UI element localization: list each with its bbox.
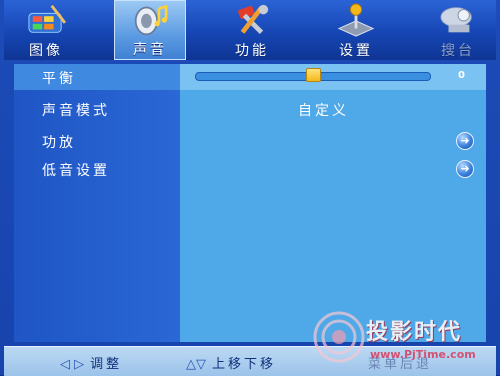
amplifier-row[interactable]: 功放 ➜ xyxy=(14,128,486,154)
menu-bar: 图像 声音 功能 设置 搜台 xyxy=(4,0,496,60)
tab-settings[interactable]: 设置 xyxy=(320,0,392,60)
tab-function[interactable]: 功能 xyxy=(216,0,288,60)
tools-icon xyxy=(238,4,269,34)
sound-mode-label: 声音模式 xyxy=(42,103,110,119)
hint-move: △▽ 上移下移 xyxy=(186,353,276,372)
bass-settings-row[interactable]: 低音设置 ➜ xyxy=(14,156,486,182)
satellite-dish-icon xyxy=(440,7,472,33)
joystick-icon xyxy=(337,3,375,37)
palette-icon xyxy=(28,4,67,33)
osd-menu: 图像 声音 功能 设置 搜台 平衡 0 声音模式 自定义 功放 ➜ 低音设置 ➜… xyxy=(0,0,500,376)
arrow-right-icon[interactable]: ➜ xyxy=(456,160,474,178)
tab-label: 搜台 xyxy=(441,43,475,59)
row-highlight-left xyxy=(14,64,180,90)
tab-label: 声音 xyxy=(133,42,167,58)
tab-sound[interactable]: 声音 xyxy=(114,0,186,60)
tab-picture[interactable]: 图像 xyxy=(10,0,82,60)
hint-adjust-label: 调整 xyxy=(90,357,123,372)
balance-row[interactable]: 平衡 0 xyxy=(14,64,486,90)
hint-adjust: ◁ ▷ 调整 xyxy=(60,353,122,372)
tab-channel-search[interactable]: 搜台 xyxy=(422,0,494,60)
balance-slider-thumb[interactable] xyxy=(305,68,321,82)
sound-mode-row[interactable]: 声音模式 自定义 xyxy=(14,96,486,122)
tab-label: 图像 xyxy=(29,43,63,59)
sound-mode-value: 自定义 xyxy=(298,103,349,119)
balance-value: 0 xyxy=(458,70,465,81)
left-right-arrows-icon: ◁ ▷ xyxy=(60,357,85,372)
amplifier-label: 功放 xyxy=(42,135,76,151)
tab-label: 功能 xyxy=(235,43,269,59)
hint-exit-label: 菜单后退 xyxy=(368,357,433,372)
up-down-arrows-icon: △▽ xyxy=(186,357,206,372)
hint-move-label: 上移下移 xyxy=(212,357,277,372)
tab-label: 设置 xyxy=(339,43,373,59)
balance-label: 平衡 xyxy=(42,71,76,87)
speaker-icon xyxy=(134,4,168,36)
hint-bar: ◁ ▷ 调整 △▽ 上移下移 菜单后退 xyxy=(4,346,496,376)
arrow-right-icon[interactable]: ➜ xyxy=(456,132,474,150)
bass-settings-label: 低音设置 xyxy=(42,163,110,179)
